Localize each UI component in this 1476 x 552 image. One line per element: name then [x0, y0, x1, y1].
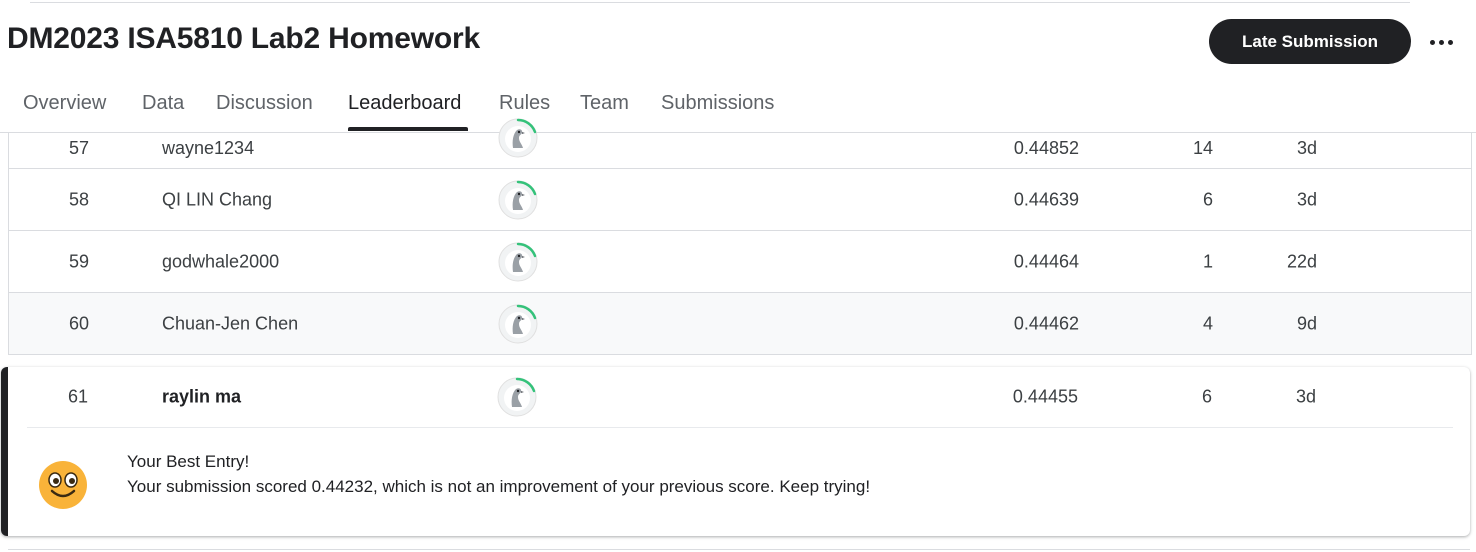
team-name-cell[interactable]: godwhale2000	[162, 251, 279, 272]
last-submission-cell: 9d	[1296, 313, 1317, 333]
last-submission-cell: 22d	[1286, 251, 1317, 271]
tab-discussion[interactable]: Discussion	[216, 91, 313, 115]
team-name-cell[interactable]: Chuan-Jen Chen	[162, 313, 298, 334]
rank-cell: 58	[68, 189, 90, 209]
leaderboard-row[interactable]: 58 QI LIN Chang 0.44639 6 3d	[9, 169, 1471, 231]
table-bottom-border	[8, 549, 1470, 550]
tab-rules[interactable]: Rules	[499, 91, 550, 115]
score-cell: 0.44462	[1013, 313, 1079, 333]
tab-data[interactable]: Data	[142, 91, 184, 115]
rank-cell: 59	[68, 251, 90, 271]
entries-cell: 14	[1192, 138, 1213, 158]
smiley-face-icon	[37, 459, 89, 511]
user-avatar-icon[interactable]	[497, 241, 539, 283]
entries-cell: 6	[1202, 189, 1213, 209]
user-avatar-icon[interactable]	[497, 179, 539, 221]
tab-leaderboard[interactable]: Leaderboard	[348, 91, 461, 115]
team-name-cell[interactable]: wayne1234	[162, 138, 254, 159]
leaderboard-row[interactable]: 57 wayne1234 0.44852 14 3d	[9, 118, 1471, 169]
entries-cell: 4	[1202, 313, 1213, 333]
entries-cell: 1	[1202, 251, 1213, 271]
tab-overview[interactable]: Overview	[23, 91, 106, 115]
late-submission-button[interactable]: Late Submission	[1209, 19, 1411, 64]
rank-cell: 60	[68, 313, 90, 333]
user-avatar-icon[interactable]	[497, 117, 539, 159]
team-name-cell[interactable]: QI LIN Chang	[162, 189, 272, 210]
user-avatar-icon[interactable]	[496, 376, 538, 418]
score-cell: 0.44455	[1012, 386, 1078, 407]
last-submission-cell: 3d	[1296, 189, 1317, 209]
my-entry-accent-bar	[1, 367, 8, 536]
score-cell: 0.44639	[1013, 189, 1079, 209]
rank-cell: 61	[67, 386, 89, 407]
tab-submissions[interactable]: Submissions	[661, 91, 774, 115]
team-name-cell[interactable]: raylin ma	[162, 387, 241, 408]
leaderboard-row[interactable]: 60 Chuan-Jen Chen 0.44462 4 9d	[9, 293, 1471, 355]
active-tab-indicator	[348, 127, 468, 131]
best-entry-title: Your Best Entry!	[127, 452, 250, 471]
user-avatar-icon[interactable]	[497, 303, 539, 345]
entries-cell: 6	[1201, 386, 1212, 407]
last-submission-cell: 3d	[1295, 386, 1316, 407]
leaderboard-table: 57 wayne1234 0.44852 14 3d 58 QI LIN Cha…	[8, 118, 1472, 355]
page-title: DM2023 ISA5810 Lab2 Homework	[7, 22, 480, 55]
my-entry-card: 61 raylin ma 0.44455 6 3d Your Best Entr…	[1, 367, 1470, 536]
tab-team[interactable]: Team	[580, 91, 629, 115]
card-divider	[27, 427, 1453, 428]
last-submission-cell: 3d	[1296, 138, 1317, 158]
rank-cell: 57	[68, 138, 90, 158]
more-options-icon[interactable]	[1422, 26, 1460, 58]
tab-bar: Overview Data Discussion Leaderboard Rul…	[0, 80, 1476, 133]
score-cell: 0.44852	[1013, 138, 1079, 158]
my-entry-row[interactable]: 61 raylin ma 0.44455 6 3d	[8, 367, 1470, 427]
score-cell: 0.44464	[1013, 251, 1079, 271]
previous-content-edge	[30, 0, 1410, 3]
submission-result-message: Your submission scored 0.44232, which is…	[127, 477, 871, 496]
leaderboard-row[interactable]: 59 godwhale2000 0.44464 1 22d	[9, 231, 1471, 293]
